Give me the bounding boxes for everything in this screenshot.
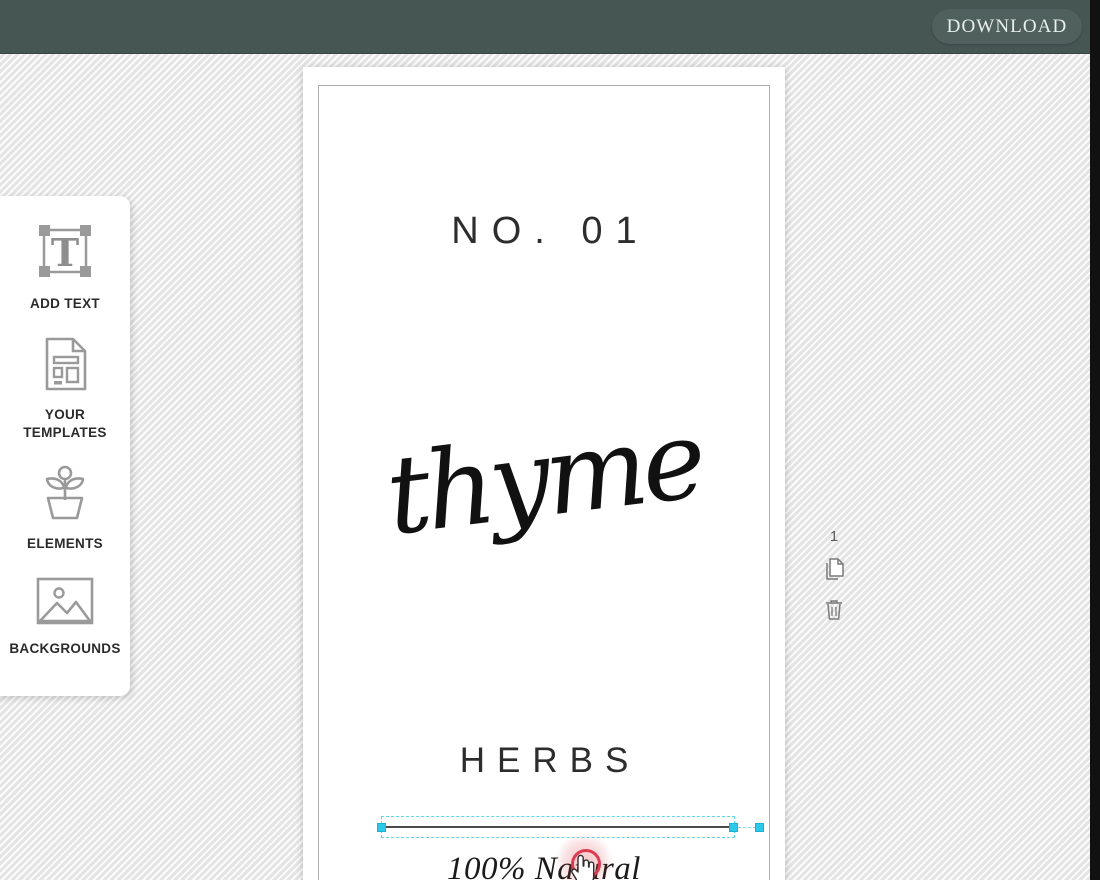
selected-line-element[interactable] bbox=[377, 816, 764, 840]
image-icon bbox=[0, 575, 130, 632]
delete-page-icon[interactable] bbox=[810, 598, 858, 628]
canvas-text-tagline[interactable]: 100% Natural bbox=[319, 851, 769, 880]
sidebar-item-label-backgrounds: BACKGROUNDS bbox=[9, 641, 121, 656]
canvas-text-number[interactable]: NO. 01 bbox=[319, 210, 769, 253]
duplicate-page-icon[interactable] bbox=[810, 557, 858, 588]
add-text-icon: T bbox=[0, 220, 130, 287]
templates-label-line2: TEMPLATES bbox=[23, 425, 107, 440]
canvas-text-script-title[interactable]: thyme bbox=[313, 389, 775, 568]
sidebar-item-your-templates[interactable]: YOUR TEMPLATES bbox=[0, 321, 130, 450]
sidebar-item-backgrounds[interactable]: BACKGROUNDS bbox=[0, 561, 130, 666]
sidebar-item-elements[interactable]: ELEMENTS bbox=[0, 450, 130, 561]
sidebar-item-label-elements: ELEMENTS bbox=[27, 536, 103, 551]
design-canvas-page[interactable]: NO. 01 thyme HERBS 100% Natural bbox=[303, 67, 785, 880]
editor-workspace: NO. 01 thyme HERBS 100% Natural 1 T ADD … bbox=[0, 53, 1090, 880]
sidebar-item-label-your-templates: YOUR TEMPLATES bbox=[0, 406, 130, 442]
svg-text:T: T bbox=[51, 230, 79, 275]
download-button[interactable]: DOWNLOAD bbox=[932, 9, 1082, 44]
sidebar-item-label-add-text: ADD TEXT bbox=[30, 296, 100, 311]
rotation-connector bbox=[738, 827, 756, 829]
viewport-right-edge bbox=[1090, 0, 1100, 880]
sidebar-item-add-text[interactable]: T ADD TEXT bbox=[0, 206, 130, 321]
resize-handle-right[interactable] bbox=[729, 823, 738, 832]
tools-sidebar: T ADD TEXT YOUR TEMPLATES ELEMENTS BACKG… bbox=[0, 196, 130, 696]
canvas-text-subtitle[interactable]: HERBS bbox=[319, 741, 769, 781]
page-inner-border: NO. 01 thyme HERBS 100% Natural bbox=[318, 85, 770, 880]
plant-icon bbox=[0, 464, 130, 527]
rotate-handle[interactable] bbox=[755, 823, 764, 832]
line-shape[interactable] bbox=[385, 826, 731, 828]
templates-label-line1: YOUR bbox=[44, 407, 86, 422]
top-bar: DOWNLOAD bbox=[0, 0, 1090, 54]
page-number: 1 bbox=[829, 528, 839, 545]
templates-icon bbox=[0, 335, 130, 398]
resize-handle-left[interactable] bbox=[377, 823, 386, 832]
page-controls: 1 bbox=[810, 528, 858, 638]
